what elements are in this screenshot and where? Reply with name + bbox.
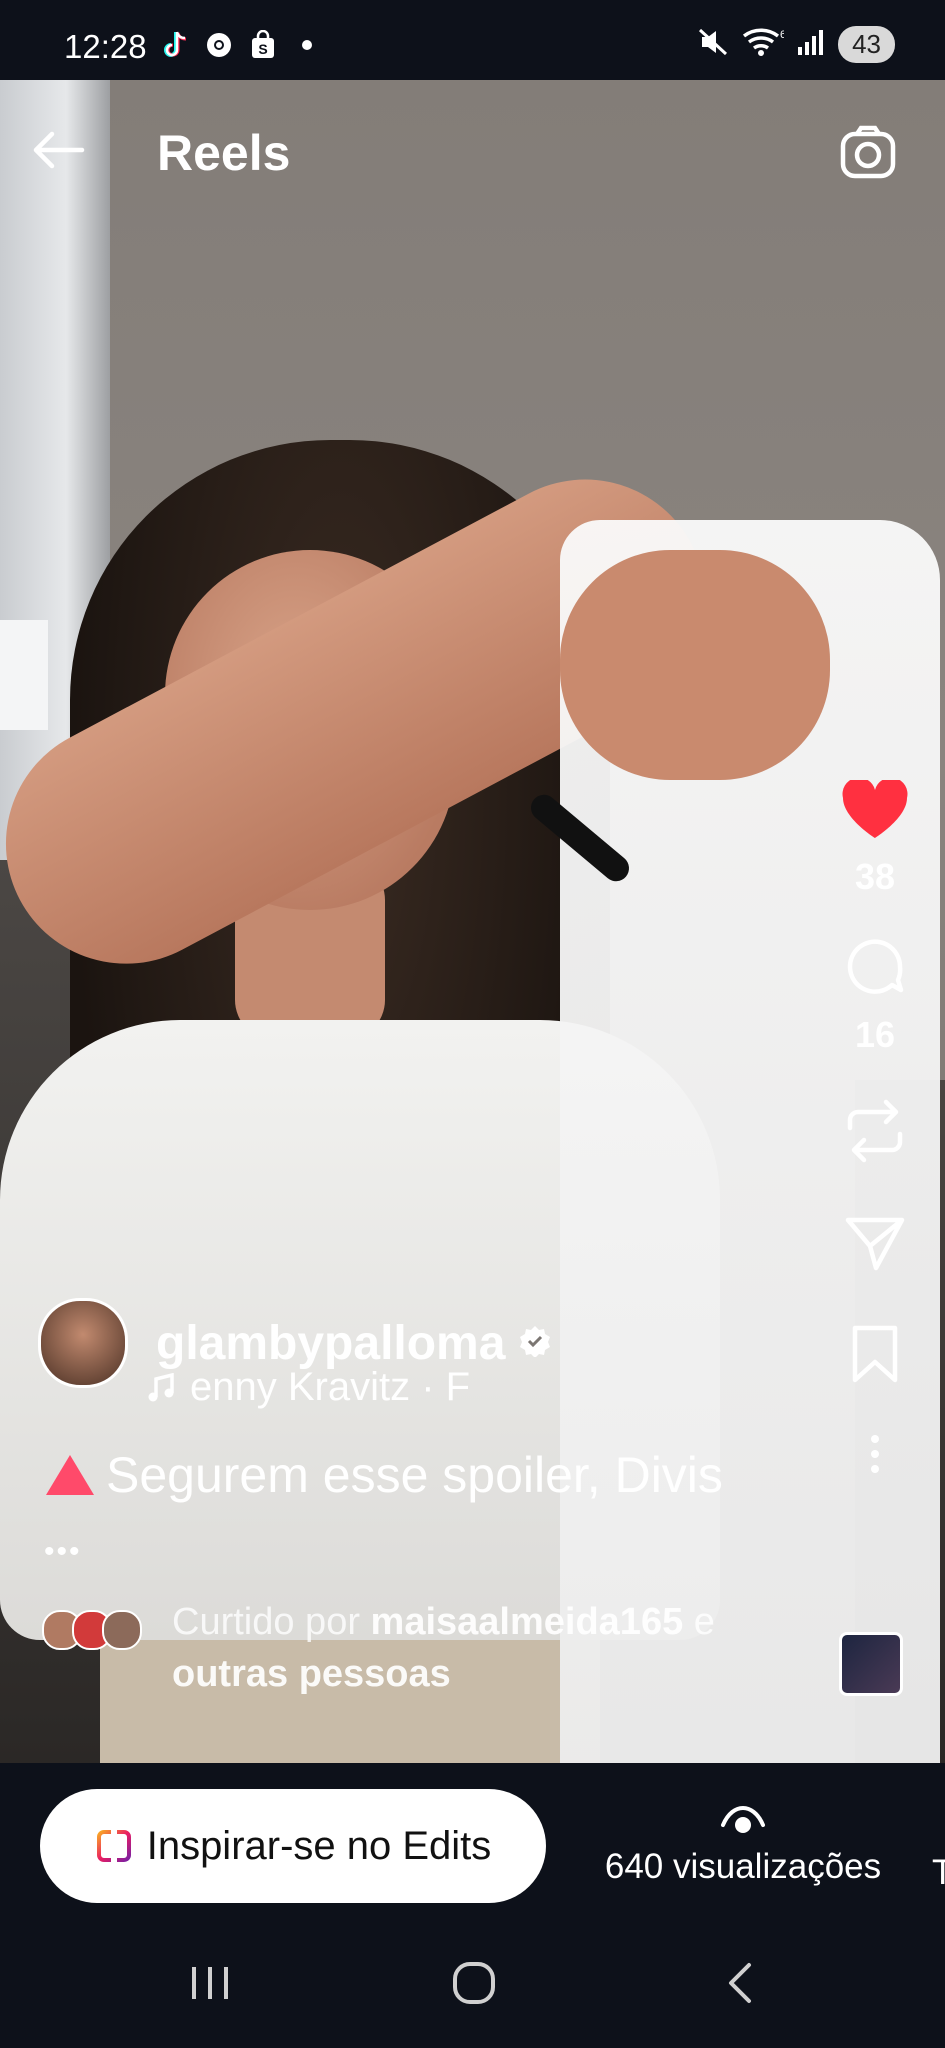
bottom-bar: Inspirar-se no Edits 640 visualizações T (0, 1763, 945, 1913)
battery-indicator: 43 (838, 26, 895, 63)
back-nav-button[interactable] (700, 1943, 780, 2023)
share-action[interactable] (844, 1214, 906, 1272)
caption-more-button[interactable]: ••• (44, 1535, 82, 1569)
person-hand (560, 550, 830, 780)
edits-button[interactable]: Inspirar-se no Edits (40, 1789, 546, 1903)
system-nav-bar (0, 1913, 945, 2048)
send-icon (845, 1217, 905, 1271)
views-count: 640 visualizações (604, 1847, 882, 1886)
recents-button[interactable] (170, 1943, 250, 2023)
avatar[interactable] (38, 1298, 128, 1388)
verified-badge-icon (519, 1325, 551, 1362)
repost-icon (847, 1099, 903, 1163)
bookmark-icon (852, 1325, 898, 1383)
status-bar: 12:28 S 6 43 (0, 0, 945, 80)
background-light (0, 620, 48, 730)
next-item-truncated[interactable]: T (932, 1853, 945, 1893)
signal-icon (796, 27, 826, 62)
more-options-button[interactable] (869, 1434, 881, 1474)
music-attribution[interactable]: enny Kravitz · F (148, 1365, 470, 1410)
liked-by-row[interactable]: Curtido por maisaalmeida165 e outras pes… (42, 1596, 832, 1700)
comment-count: 16 (854, 1014, 896, 1055)
eye-icon (721, 1805, 765, 1833)
edits-logo-icon (96, 1830, 131, 1862)
comment-action[interactable]: 16 (844, 936, 906, 1056)
status-notification-icons: S (160, 30, 312, 60)
remix-action[interactable] (844, 1096, 906, 1166)
edits-button-label: Inspirar-se no Edits (146, 1823, 492, 1868)
status-system-icons: 6 43 (696, 26, 895, 63)
camera-button[interactable] (837, 122, 899, 184)
page-title: Reels (157, 125, 291, 181)
svg-text:S: S (258, 41, 267, 57)
shopping-icon: S (248, 30, 278, 60)
chevron-left-icon (729, 1963, 751, 2003)
like-action[interactable]: 38 (841, 780, 909, 898)
like-count: 38 (854, 856, 896, 897)
recents-icon (192, 1967, 228, 1999)
liked-by-prefix: Curtido por (172, 1601, 371, 1643)
liked-by-joiner: e (683, 1601, 715, 1643)
svg-text:6: 6 (780, 29, 784, 41)
liker-avatar (102, 1610, 142, 1650)
save-action[interactable] (849, 1324, 901, 1384)
username[interactable]: glambypalloma (156, 1316, 505, 1371)
more-notifications-dot (302, 40, 312, 50)
red-triangle-emoji-icon (46, 1455, 94, 1495)
music-text: enny Kravitz · F (190, 1365, 471, 1409)
camera-icon (840, 125, 896, 179)
audio-thumbnail[interactable] (839, 1632, 903, 1696)
wifi-icon: 6 (742, 26, 786, 63)
back-button[interactable] (28, 120, 88, 180)
reel-actions: 38 16 (835, 780, 915, 1474)
liked-by-user[interactable]: maisaalmeida165 (371, 1601, 684, 1643)
heart-icon (842, 780, 908, 838)
arrow-left-icon (33, 131, 85, 169)
liked-by-text: Curtido por maisaalmeida165 e outras pes… (172, 1596, 832, 1700)
liked-by-others[interactable]: outras pessoas (172, 1653, 451, 1695)
caption-text: Segurem esse spoiler, Divis (106, 1447, 723, 1503)
more-vertical-icon (871, 1435, 879, 1473)
home-button[interactable] (434, 1943, 514, 2023)
caption[interactable]: Segurem esse spoiler, Divis (44, 1446, 723, 1504)
tiktok-icon (160, 30, 190, 60)
status-time: 12:28 (64, 28, 147, 65)
mute-icon (696, 26, 730, 63)
views-info[interactable]: 640 visualizações (588, 1803, 898, 1887)
music-note-icon (148, 1372, 174, 1401)
reels-header: Reels (0, 80, 945, 220)
chrome-icon (204, 30, 234, 60)
home-icon (453, 1962, 495, 2004)
liker-avatars (42, 1610, 142, 1650)
comment-icon (847, 939, 904, 994)
reel-video[interactable] (0, 80, 945, 1763)
